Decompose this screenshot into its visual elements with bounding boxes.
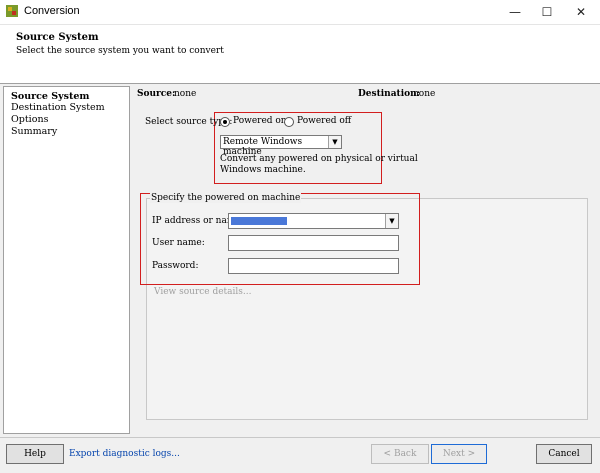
destination-value: none: [413, 89, 436, 99]
redacted-ip-value: [231, 217, 287, 225]
view-source-details-link[interactable]: View source details...: [154, 287, 252, 297]
password-field[interactable]: [228, 258, 399, 274]
back-button[interactable]: < Back: [371, 444, 429, 464]
sidebar-item-source-system[interactable]: Source System: [11, 91, 89, 102]
powered-off-label[interactable]: Powered off: [297, 116, 351, 126]
destination-label: Destination:: [358, 89, 420, 99]
wizard-steps-sidebar: Source System Destination System Options…: [3, 86, 130, 434]
main-panel: Source: none Destination: none Select so…: [136, 86, 596, 432]
powered-off-radio[interactable]: [284, 117, 294, 127]
ip-address-combobox[interactable]: ▼: [228, 213, 399, 229]
footer-separator: [0, 437, 600, 438]
app-icon: [6, 5, 18, 17]
export-diagnostic-logs-link[interactable]: Export diagnostic logs...: [69, 449, 180, 459]
minimize-button[interactable]: —: [498, 0, 532, 24]
machine-type-select[interactable]: Remote Windows machine ▼: [220, 135, 342, 157]
password-label: Password:: [152, 261, 199, 271]
source-type-description-2: Windows machine.: [220, 165, 306, 175]
window-title: Conversion: [24, 5, 80, 17]
sidebar-item-summary[interactable]: Summary: [11, 126, 57, 137]
help-button[interactable]: Help: [6, 444, 64, 464]
user-name-label: User name:: [152, 238, 205, 248]
source-type-description-1: Convert any powered on physical or virtu…: [220, 154, 418, 164]
next-button[interactable]: Next >: [431, 444, 487, 464]
maximize-button[interactable]: ☐: [530, 0, 564, 24]
user-name-field[interactable]: [228, 235, 399, 251]
wizard-header: Source System Select the source system y…: [0, 25, 600, 84]
title-bar: Conversion — ☐ ✕: [0, 0, 600, 25]
source-label: Source:: [137, 89, 176, 99]
page-subtitle: Select the source system you want to con…: [16, 46, 224, 56]
powered-on-label[interactable]: Powered on: [233, 116, 287, 126]
group-legend: Specify the powered on machine: [150, 193, 302, 203]
cancel-button[interactable]: Cancel: [536, 444, 592, 464]
chevron-down-icon[interactable]: ▼: [385, 214, 398, 228]
close-button[interactable]: ✕: [564, 0, 598, 24]
sidebar-item-destination-system[interactable]: Destination System: [11, 102, 105, 113]
chevron-down-icon[interactable]: ▼: [328, 136, 341, 148]
powered-on-radio[interactable]: [220, 117, 230, 127]
source-value: none: [174, 89, 197, 99]
sidebar-item-options[interactable]: Options: [11, 114, 48, 125]
page-title: Source System: [16, 32, 99, 43]
